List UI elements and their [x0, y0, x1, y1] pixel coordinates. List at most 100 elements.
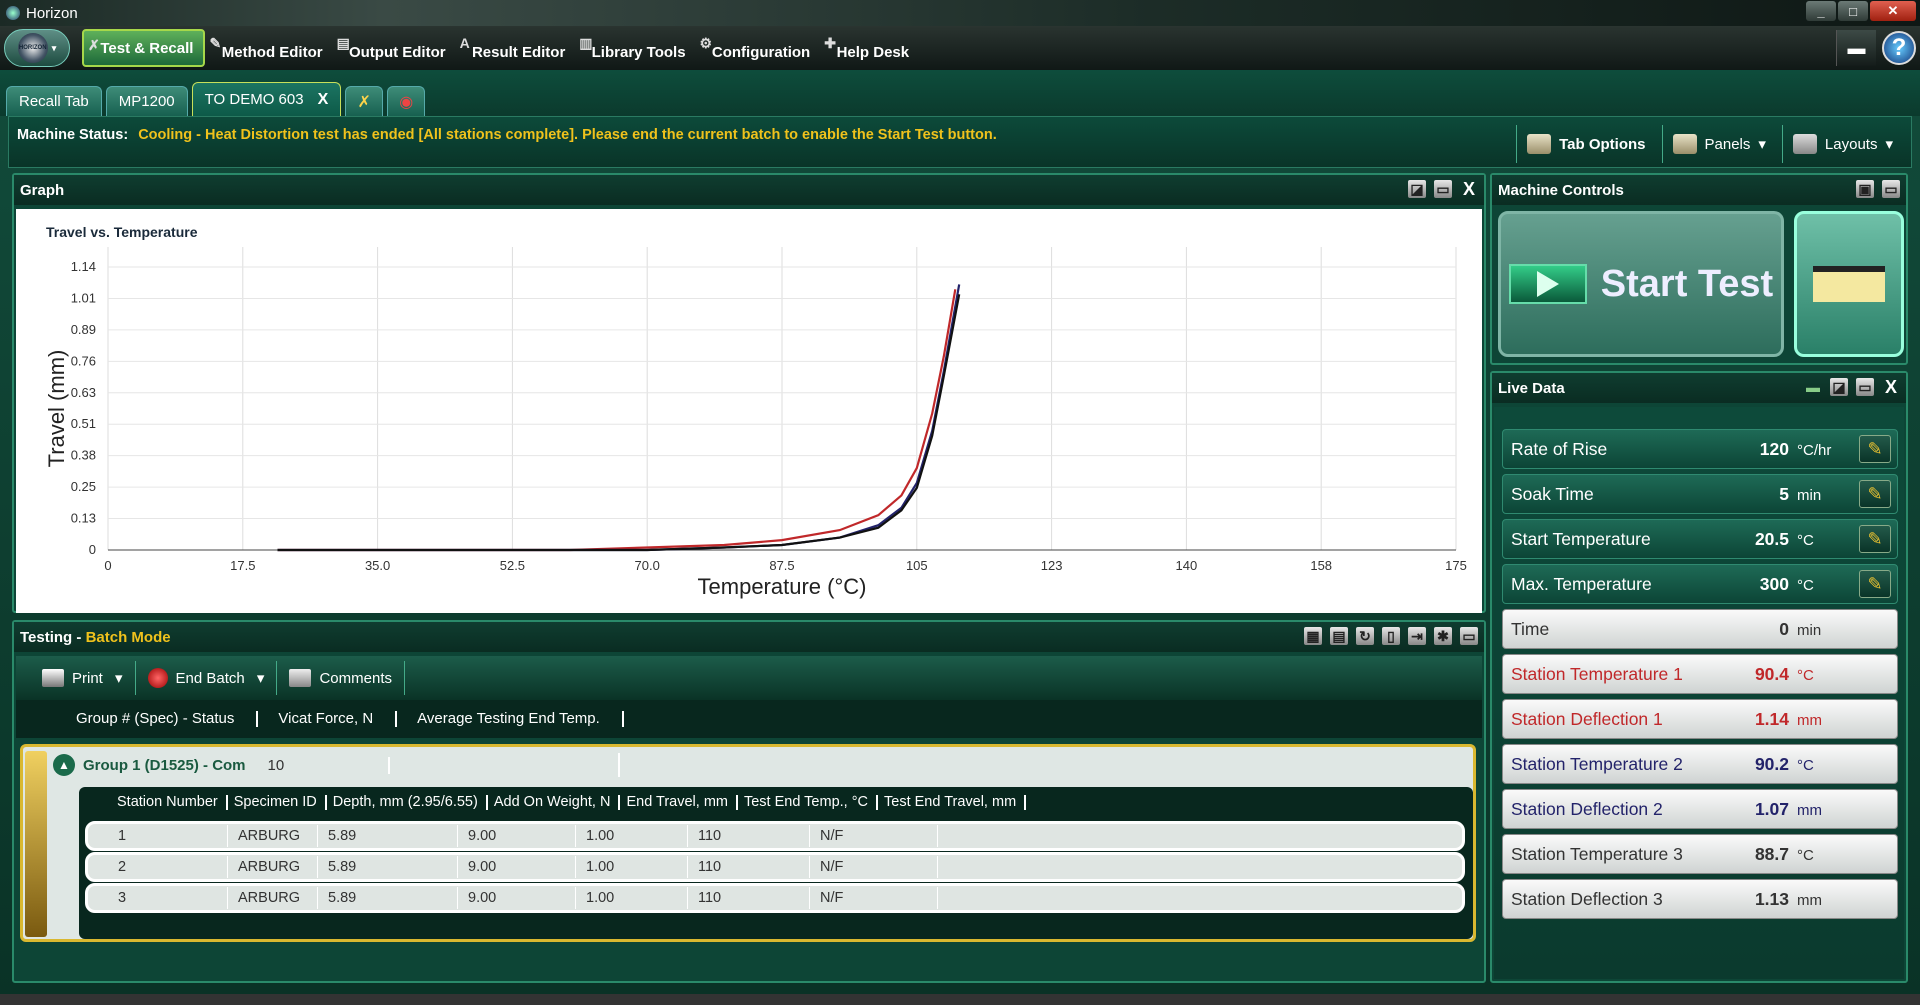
tab-options-button[interactable]: Tab Options	[1516, 125, 1655, 163]
edit-pencil-icon[interactable]: ✎	[1859, 570, 1891, 598]
edit-pencil-icon[interactable]: ✎	[1859, 480, 1891, 508]
collapse-icon[interactable]: ▲	[53, 754, 75, 776]
value-unit: °C	[1797, 531, 1814, 549]
station-cell: 5.89	[318, 825, 458, 847]
graph-close-icon[interactable]: X	[1460, 179, 1478, 199]
live-data-value: 90.2 °C	[1739, 754, 1849, 775]
machine-settings-icon[interactable]: ▣	[1856, 180, 1874, 198]
graph-canvas[interactable]: Travel vs. Temperature 0 17.5 35.0 52.5 70.0 8…	[16, 209, 1482, 613]
station-column-header[interactable]: Test End Temp., °C	[744, 794, 878, 810]
live-data-label: Start Temperature	[1511, 528, 1651, 549]
status-footer	[0, 994, 1920, 1005]
group-row: ▲ Group 1 (D1525) - Com 10 Station Numbe…	[20, 744, 1476, 942]
column-header[interactable]: Average Testing End Temp.	[417, 711, 624, 727]
live-data-label: Rate of Rise	[1511, 438, 1608, 459]
monitor-icon[interactable]: ▬	[1836, 30, 1876, 66]
menu-label: Library Tools	[591, 44, 686, 61]
chart-view-icon[interactable]: ▦	[1304, 627, 1322, 645]
testing-maximize-icon[interactable]: ▭	[1460, 627, 1478, 645]
menu-help-desk[interactable]: ✚ Help Desk	[820, 29, 919, 67]
value-number: 120	[1759, 438, 1789, 459]
station-row[interactable]: 1 ARBURG 5.89 9.00 1.00 110 N/F	[85, 821, 1465, 851]
print-button[interactable]: Print ▾	[30, 661, 136, 695]
graph-panel-header: Graph ◪ ▭ X	[14, 175, 1484, 205]
value-number: 90.4	[1754, 663, 1789, 684]
live-data-label: Station Temperature 2	[1511, 753, 1683, 774]
chevron-down-icon: ▾	[1758, 136, 1766, 153]
panels-button[interactable]: Panels ▾	[1661, 125, 1776, 163]
menu-result-editor[interactable]: A Result Editor	[456, 29, 576, 67]
value-unit: min	[1797, 486, 1822, 504]
menu-configuration[interactable]: ⚙ Configuration	[696, 29, 821, 67]
value-unit: mm	[1797, 891, 1822, 909]
live-data-row[interactable]: Rate of Rise 120 °C/hr ✎	[1502, 429, 1898, 469]
menu-label: Help Desk	[836, 44, 910, 61]
fixture-button[interactable]	[1794, 211, 1904, 357]
x-tick-label: 105	[906, 558, 928, 573]
live-data-label: Station Temperature 1	[1511, 663, 1683, 684]
travel-temperature-chart: Travel vs. Temperature 0 17.5 35.0 52.5 70.0 8…	[44, 224, 1467, 599]
station-cell: 1.00	[576, 825, 688, 847]
edit-pencil-icon[interactable]: ✎	[1859, 435, 1891, 463]
menu-test-recall[interactable]: ✗ Test & Recall	[82, 29, 206, 67]
station-row[interactable]: 3 ARBURG 5.89 9.00 1.00 110 N/F	[85, 883, 1465, 913]
end-batch-button[interactable]: End Batch ▾	[136, 661, 278, 695]
live-data-edit-icon[interactable]: ◪	[1830, 378, 1848, 396]
station-column-header[interactable]: Test End Travel, mm	[884, 794, 1027, 810]
column-header[interactable]: Vicat Force, N	[278, 711, 398, 727]
live-data-value: 1.14 mm	[1739, 709, 1849, 730]
live-data-label: Station Deflection 3	[1511, 888, 1663, 909]
machine-status-bar: Machine Status: Cooling - Heat Distortio…	[8, 116, 1912, 168]
tab-to-demo-603[interactable]: TO DEMO 603 X	[191, 82, 342, 116]
station-column-header[interactable]: Station Number	[117, 794, 228, 810]
new-test-tab-icon[interactable]: ✗	[345, 86, 384, 116]
graph-maximize-icon[interactable]: ▭	[1434, 180, 1452, 198]
value-number: 1.13	[1754, 888, 1789, 909]
comments-button[interactable]: Comments	[277, 661, 405, 695]
edit-pencil-icon[interactable]: ✎	[1859, 525, 1891, 553]
table-view-icon[interactable]: ▤	[1330, 627, 1348, 645]
live-data-row[interactable]: Start Temperature 20.5 °C ✎	[1502, 519, 1898, 559]
live-data-monitor-icon[interactable]: ▬	[1804, 378, 1822, 396]
layouts-button[interactable]: Layouts ▾	[1781, 125, 1903, 163]
station-column-header[interactable]: End Travel, mm	[626, 794, 738, 810]
menu-right-tools: ▬ ?	[1836, 26, 1920, 70]
tab-mp1200[interactable]: MP1200	[105, 86, 188, 116]
live-data-row[interactable]: Soak Time 5 min ✎	[1502, 474, 1898, 514]
live-data-maximize-icon[interactable]: ▭	[1856, 378, 1874, 396]
tab-recall[interactable]: Recall Tab	[6, 86, 102, 116]
start-test-button[interactable]: Start Test	[1498, 211, 1784, 357]
refresh-icon[interactable]: ↻	[1356, 627, 1374, 645]
horizon-menu-button[interactable]: HORIZON ▾	[4, 29, 70, 67]
menu-library-tools[interactable]: ▥ Library Tools	[575, 29, 695, 67]
graph-edit-icon[interactable]: ◪	[1408, 180, 1426, 198]
station-column-header[interactable]: Depth, mm (2.95/6.55)	[333, 794, 488, 810]
machine-maximize-icon[interactable]: ▭	[1882, 180, 1900, 198]
live-data-close-icon[interactable]: X	[1882, 377, 1900, 397]
recall-tab-icon[interactable]: ◉	[387, 86, 426, 116]
x-tick-label: 140	[1176, 558, 1198, 573]
settings-icon[interactable]: ✱	[1434, 627, 1452, 645]
help-icon[interactable]: ?	[1882, 31, 1916, 65]
tab-label: Recall Tab	[19, 93, 89, 110]
menu-output-editor[interactable]: ▤ Output Editor	[333, 29, 456, 67]
export-icon[interactable]: ⇥	[1408, 627, 1426, 645]
station-column-header[interactable]: Specimen ID	[234, 794, 327, 810]
menu-label: Result Editor	[471, 44, 566, 61]
machine-status-label: Machine Status:	[17, 127, 129, 143]
station-cell: 1.00	[576, 887, 688, 909]
station-row[interactable]: 2 ARBURG 5.89 9.00 1.00 110 N/F	[85, 852, 1465, 882]
station-column-header[interactable]: Add On Weight, N	[494, 794, 621, 810]
maximize-icon[interactable]: □	[1838, 1, 1868, 21]
minimize-icon[interactable]: _	[1806, 1, 1836, 21]
live-data-value: 0 min	[1739, 619, 1849, 640]
tab-close-icon[interactable]: X	[318, 91, 329, 109]
live-data-row: Station Deflection 3 1.13 mm	[1502, 879, 1898, 919]
column-header[interactable]: Group # (Spec) - Status	[76, 711, 259, 727]
x-tick-label: 17.5	[230, 558, 255, 573]
tab-options-icon	[1527, 134, 1552, 154]
document-icon[interactable]: ▯	[1382, 627, 1400, 645]
close-icon[interactable]: ✕	[1870, 1, 1916, 21]
menu-method-editor[interactable]: ✎ Method Editor	[205, 29, 332, 67]
live-data-row[interactable]: Max. Temperature 300 °C ✎	[1502, 564, 1898, 604]
